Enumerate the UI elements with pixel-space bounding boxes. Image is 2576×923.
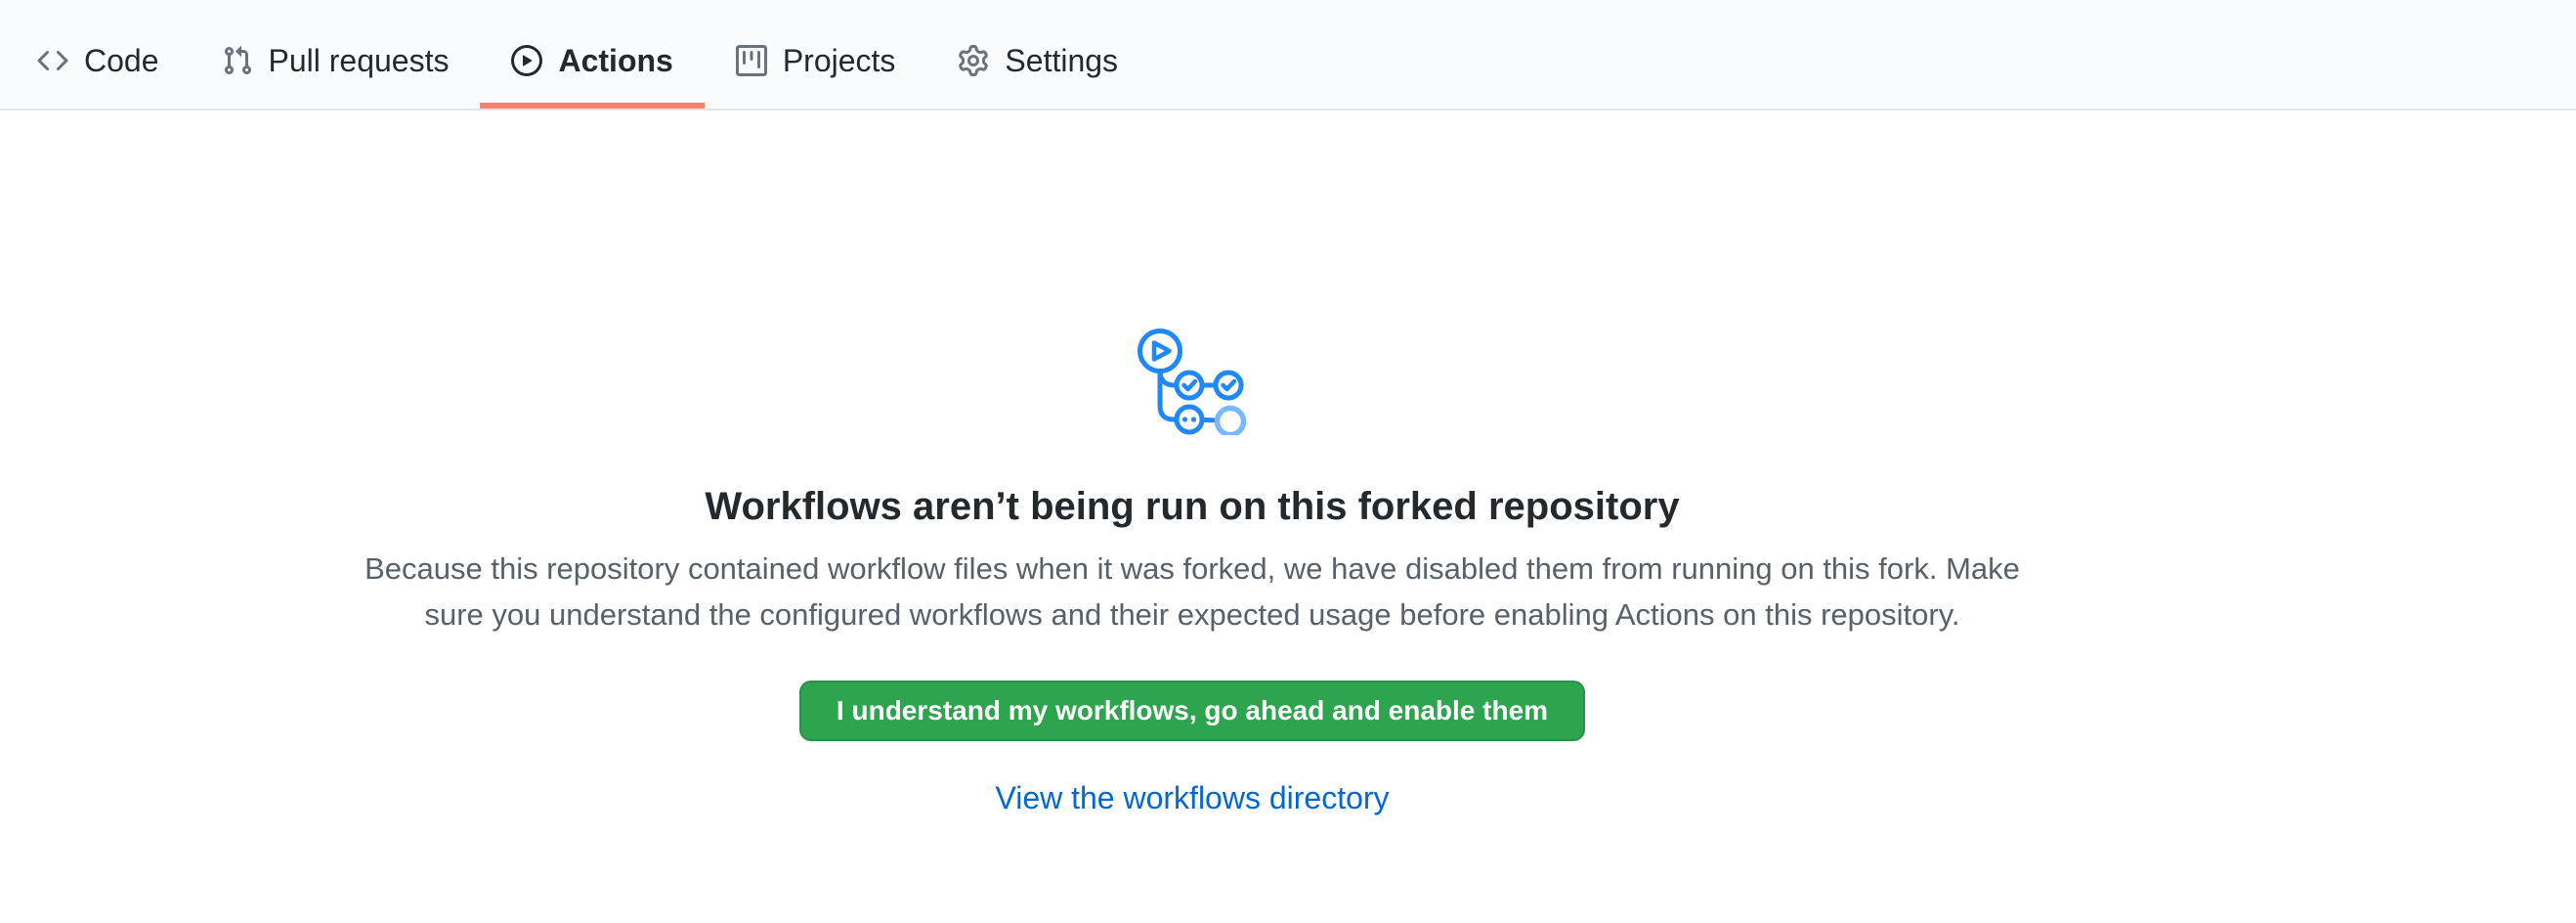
code-icon (37, 45, 68, 76)
repo-tab-nav: Code Pull requests Actions Projects Sett… (0, 0, 2576, 110)
tab-label: Pull requests (269, 45, 450, 76)
tab-label: Settings (1005, 45, 1118, 76)
blankslate-title: Workflows aren’t being run on this forke… (0, 485, 2384, 529)
project-icon (736, 45, 767, 76)
view-workflows-link[interactable]: View the workflows directory (995, 780, 1389, 816)
tab-pull-requests[interactable]: Pull requests (191, 12, 481, 109)
tab-projects[interactable]: Projects (705, 12, 927, 109)
main-content: Workflows aren’t being run on this forke… (0, 110, 2576, 816)
play-circle-icon (511, 45, 542, 76)
blankslate-description: Because this repository contained workfl… (0, 547, 2384, 637)
description-line-2: sure you understand the configured workf… (424, 597, 1959, 632)
description-line-1: Because this repository contained workfl… (365, 551, 2020, 586)
tab-label: Projects (783, 45, 896, 76)
tab-actions[interactable]: Actions (480, 12, 704, 109)
enable-workflows-button[interactable]: I understand my workflows, go ahead and … (799, 681, 1585, 741)
tab-code[interactable]: Code (6, 12, 191, 109)
gear-icon (958, 45, 989, 76)
tab-settings[interactable]: Settings (926, 12, 1149, 109)
blankslate: Workflows aren’t being run on this forke… (0, 328, 2384, 816)
tab-label: Actions (558, 45, 672, 76)
git-pull-request-icon (222, 45, 253, 76)
tab-label: Code (84, 45, 159, 76)
workflow-graph-icon (0, 328, 2384, 440)
